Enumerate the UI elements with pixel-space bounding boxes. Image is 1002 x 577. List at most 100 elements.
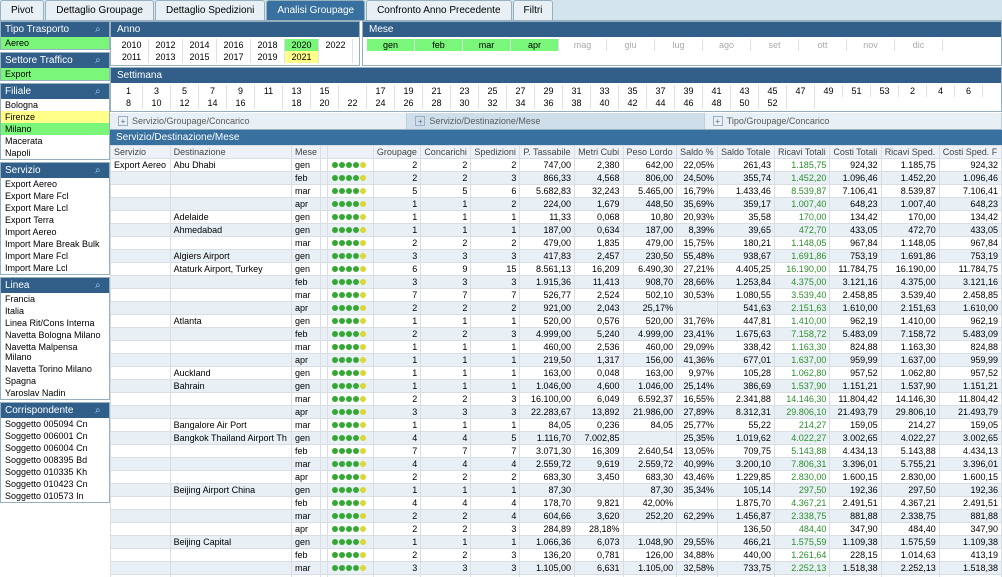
table-row[interactable]: Atlantagen111520,000,576520,0031,76%447,… xyxy=(111,315,1002,328)
panel-item[interactable]: Navetta Torino Milano xyxy=(1,363,109,375)
settimana-cell[interactable]: 39 xyxy=(675,85,703,97)
table-row[interactable]: apr222683,303,450683,3043,46%1.229,852.8… xyxy=(111,471,1002,484)
settimana-cell[interactable]: 36 xyxy=(535,97,563,109)
settimana-cell[interactable]: 19 xyxy=(395,85,423,97)
mese-cell[interactable]: feb xyxy=(415,39,463,51)
mese-cell[interactable]: mar xyxy=(463,39,511,51)
settimana-cell[interactable]: 30 xyxy=(451,97,479,109)
settimana-cell[interactable]: 15 xyxy=(311,85,339,97)
search-icon[interactable]: ⌕ xyxy=(95,24,105,34)
anno-cell[interactable]: 2021 xyxy=(285,51,319,63)
settimana-cell[interactable]: 33 xyxy=(591,85,619,97)
settimana-cell[interactable]: 6 xyxy=(955,85,983,97)
panel-item[interactable]: Export Mare Fcl xyxy=(1,190,109,202)
tab-filtri[interactable]: Filtri xyxy=(513,0,554,20)
panel-item[interactable]: Navetta Malpensa Milano xyxy=(1,341,109,363)
anno-cell[interactable]: 2019 xyxy=(251,51,285,63)
anno-cell[interactable]: 2010 xyxy=(115,39,149,51)
tab-analisi-groupage[interactable]: Analisi Groupage xyxy=(266,0,365,20)
grid-header[interactable]: Saldo Totale xyxy=(718,146,775,159)
panel-item[interactable]: Export Terra xyxy=(1,214,109,226)
table-row[interactable]: mar111460,002,536460,0029,09%338,421.163… xyxy=(111,341,1002,354)
mese-cell[interactable]: dic xyxy=(895,39,943,51)
panel-item[interactable]: Spagna xyxy=(1,375,109,387)
settimana-cell[interactable]: 2 xyxy=(899,85,927,97)
table-row[interactable]: apr223284,8928,18%136,50484,40347,90484,… xyxy=(111,523,1002,536)
mese-cell[interactable]: ago xyxy=(703,39,751,51)
search-icon[interactable]: ⌕ xyxy=(95,280,105,290)
grid-header[interactable]: Spedizioni xyxy=(471,146,520,159)
settimana-cell[interactable]: 45 xyxy=(759,85,787,97)
panel-item[interactable]: Aereo xyxy=(1,37,109,49)
panel-item[interactable]: Export xyxy=(1,68,109,80)
panel-item[interactable]: Soggetto 010573 In xyxy=(1,490,109,502)
panel-item[interactable]: Italia xyxy=(1,305,109,317)
panel-item[interactable]: Import Mare Break Bulk xyxy=(1,238,109,250)
sub-tab[interactable]: +Servizio/Groupage/Concarico xyxy=(110,113,407,129)
mese-cell[interactable]: set xyxy=(751,39,799,51)
table-row[interactable]: apr222921,002,04325,17%541,632.151,631.6… xyxy=(111,302,1002,315)
grid-header[interactable]: Saldo % xyxy=(677,146,718,159)
table-row[interactable]: Algiers Airportgen333417,832,457230,5055… xyxy=(111,250,1002,263)
table-row[interactable]: Adelaidegen11111,330,06810,8020,93%35,58… xyxy=(111,211,1002,224)
table-row[interactable]: apr111219,501,317156,0041,36%677,011.637… xyxy=(111,354,1002,367)
settimana-cell[interactable]: 37 xyxy=(647,85,675,97)
settimana-cell[interactable]: 23 xyxy=(451,85,479,97)
settimana-cell[interactable]: 51 xyxy=(843,85,871,97)
grid-header[interactable] xyxy=(321,146,328,159)
grid-header[interactable]: Metri Cubi xyxy=(575,146,623,159)
grid-header[interactable]: Peso Lordo xyxy=(623,146,677,159)
mese-cell[interactable]: ott xyxy=(799,39,847,51)
table-row[interactable]: Aucklandgen111163,000,048163,009,97%105,… xyxy=(111,367,1002,380)
table-row[interactable]: feb444178,709,82142,00%1.875,704.367,212… xyxy=(111,497,1002,510)
grid-header[interactable]: Mese xyxy=(292,146,321,159)
mese-cell[interactable]: mag xyxy=(559,39,607,51)
settimana-cell[interactable]: 46 xyxy=(675,97,703,109)
panel-item[interactable]: Soggetto 005094 Cn xyxy=(1,418,109,430)
settimana-cell[interactable]: 13 xyxy=(283,85,311,97)
table-row[interactable]: mar3331.105,006,6311.105,0032,58%733,752… xyxy=(111,562,1002,575)
anno-cell[interactable]: 2014 xyxy=(183,39,217,51)
settimana-cell[interactable]: 4 xyxy=(927,85,955,97)
settimana-cell[interactable]: 32 xyxy=(479,97,507,109)
mese-cell[interactable]: lug xyxy=(655,39,703,51)
settimana-cell[interactable]: 27 xyxy=(507,85,535,97)
panel-item[interactable]: Soggetto 010423 Cn xyxy=(1,478,109,490)
table-row[interactable]: Bahraingen1111.046,004,6001.046,0025,14%… xyxy=(111,380,1002,393)
table-row[interactable]: feb223866,334,568806,0024,50%355,741.452… xyxy=(111,172,1002,185)
table-row[interactable]: Export AereoAbu Dhabigen222747,002,38064… xyxy=(111,159,1002,172)
grid-header[interactable]: Costi Sped. F xyxy=(939,146,1001,159)
settimana-cell[interactable]: 34 xyxy=(507,97,535,109)
search-icon[interactable]: ⌕ xyxy=(95,405,105,415)
grid-header[interactable]: Costi Totali xyxy=(830,146,881,159)
settimana-cell[interactable]: 47 xyxy=(787,85,815,97)
settimana-cell[interactable]: 52 xyxy=(759,97,787,109)
panel-item[interactable]: Export Mare Lcl xyxy=(1,202,109,214)
panel-item[interactable]: Soggetto 010335 Kh xyxy=(1,466,109,478)
anno-cell[interactable]: 2020 xyxy=(285,39,319,51)
anno-cell[interactable]: 2022 xyxy=(319,39,353,51)
panel-item[interactable]: Macerata xyxy=(1,135,109,147)
table-row[interactable]: mar5565.682,8332,2435.465,0016,79%1.433,… xyxy=(111,185,1002,198)
grid-header[interactable]: Ricavi Totali xyxy=(774,146,829,159)
mese-cell[interactable]: nov xyxy=(847,39,895,51)
settimana-cell[interactable]: 10 xyxy=(143,97,171,109)
tab-dettaglio-spedizioni[interactable]: Dettaglio Spedizioni xyxy=(155,0,265,20)
table-row[interactable]: mar777526,772,524502,1030,53%1.080,553.5… xyxy=(111,289,1002,302)
settimana-cell[interactable]: 3 xyxy=(143,85,171,97)
settimana-cell[interactable]: 1 xyxy=(115,85,143,97)
anno-cell[interactable]: 2011 xyxy=(115,51,149,63)
panel-item[interactable]: Bologna xyxy=(1,99,109,111)
search-icon[interactable]: ⌕ xyxy=(95,86,105,96)
panel-item[interactable]: Yaroslav Nadin xyxy=(1,387,109,399)
panel-item[interactable]: Soggetto 006004 Cn xyxy=(1,442,109,454)
settimana-cell[interactable]: 21 xyxy=(423,85,451,97)
sub-tab[interactable]: +Servizio/Destinazione/Mese xyxy=(407,113,704,129)
panel-item[interactable]: Francia xyxy=(1,293,109,305)
grid-header[interactable] xyxy=(328,146,373,159)
settimana-cell[interactable]: 22 xyxy=(339,97,367,109)
tab-confronto-anno-precedente[interactable]: Confronto Anno Precedente xyxy=(366,0,511,20)
grid-header[interactable]: Servizio xyxy=(111,146,171,159)
panel-item[interactable]: Import Aereo xyxy=(1,226,109,238)
grid-header[interactable]: Destinazione xyxy=(170,146,291,159)
